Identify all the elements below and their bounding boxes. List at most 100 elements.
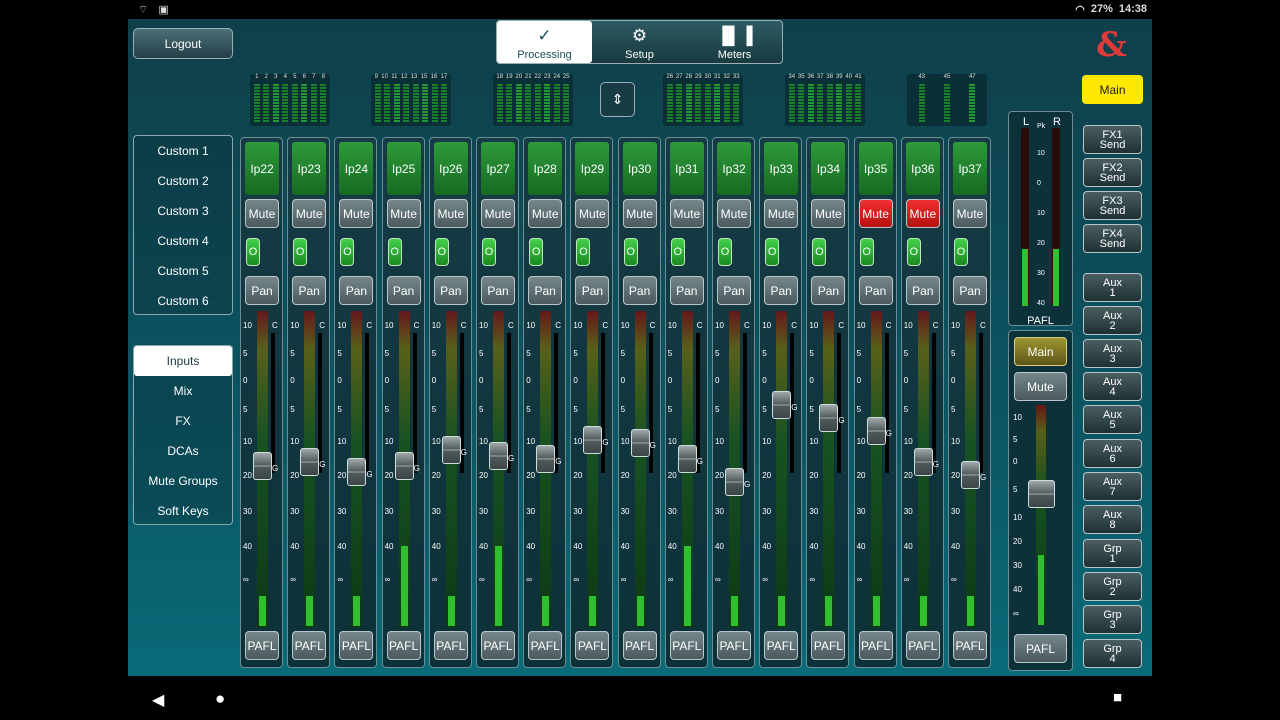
- scroll-banks-button[interactable]: ⇕: [600, 82, 635, 117]
- pafl-button[interactable]: PAFL: [953, 631, 987, 660]
- mix-select-aux-6[interactable]: Aux 6: [1083, 439, 1142, 468]
- mute-button[interactable]: Mute: [622, 199, 657, 228]
- channel-on-switch[interactable]: O: [812, 238, 827, 266]
- recents-icon[interactable]: ■: [1113, 689, 1122, 706]
- mute-button[interactable]: Mute: [905, 199, 940, 228]
- mute-button[interactable]: Mute: [386, 199, 421, 228]
- pafl-button[interactable]: PAFL: [386, 631, 421, 660]
- pafl-button[interactable]: PAFL: [905, 631, 940, 660]
- pan-button[interactable]: Pan: [433, 276, 468, 305]
- mute-button[interactable]: Mute: [764, 199, 799, 228]
- channel-fader[interactable]: [489, 442, 508, 471]
- pafl-button[interactable]: PAFL: [481, 631, 515, 660]
- pan-button[interactable]: Pan: [717, 276, 751, 305]
- channel-name-button[interactable]: Ip27: [481, 142, 515, 195]
- pan-button[interactable]: Pan: [622, 276, 657, 305]
- channel-name-button[interactable]: Ip24: [339, 142, 374, 195]
- channel-name-button[interactable]: Ip29: [575, 142, 610, 195]
- master-main-button[interactable]: Main: [1014, 337, 1067, 366]
- tab-processing[interactable]: ✓ Processing: [497, 21, 592, 63]
- channel-fader[interactable]: [441, 435, 461, 464]
- pafl-button[interactable]: PAFL: [292, 631, 327, 660]
- channel-on-switch[interactable]: O: [718, 238, 732, 266]
- mute-button[interactable]: Mute: [433, 199, 468, 228]
- mute-button[interactable]: Mute: [339, 199, 374, 228]
- nav-item-soft-keys[interactable]: Soft Keys: [134, 496, 232, 526]
- channel-on-switch[interactable]: O: [576, 238, 591, 266]
- channel-on-switch[interactable]: O: [293, 238, 308, 266]
- channel-fader[interactable]: [866, 416, 886, 445]
- channel-fader[interactable]: [630, 429, 650, 458]
- mix-select-fx4-send[interactable]: FX4 Send: [1083, 224, 1142, 253]
- channel-fader[interactable]: [772, 391, 792, 420]
- tab-setup[interactable]: ⚙ Setup: [592, 21, 687, 63]
- mix-select-grp-4[interactable]: Grp 4: [1083, 639, 1142, 668]
- pafl-button[interactable]: PAFL: [575, 631, 610, 660]
- channel-name-button[interactable]: Ip36: [905, 142, 940, 195]
- channel-name-button[interactable]: Ip30: [622, 142, 657, 195]
- logout-button[interactable]: Logout: [133, 28, 233, 59]
- pan-button[interactable]: Pan: [386, 276, 421, 305]
- mute-button[interactable]: Mute: [669, 199, 704, 228]
- pan-button[interactable]: Pan: [811, 276, 846, 305]
- mix-select-fx1-send[interactable]: FX1 Send: [1083, 125, 1142, 154]
- channel-on-switch[interactable]: O: [906, 238, 921, 266]
- nav-item-mute-groups[interactable]: Mute Groups: [134, 466, 232, 496]
- custom-layer-5[interactable]: Custom 5: [134, 256, 232, 286]
- pan-button[interactable]: Pan: [292, 276, 327, 305]
- channel-name-button[interactable]: Ip37: [953, 142, 987, 195]
- mix-select-grp-1[interactable]: Grp 1: [1083, 539, 1142, 568]
- pafl-button[interactable]: PAFL: [764, 631, 799, 660]
- channel-name-button[interactable]: Ip22: [245, 142, 279, 195]
- channel-fader[interactable]: [725, 467, 744, 496]
- pan-button[interactable]: Pan: [764, 276, 799, 305]
- mix-select-aux-3[interactable]: Aux 3: [1083, 339, 1142, 368]
- pan-button[interactable]: Pan: [481, 276, 515, 305]
- mix-select-fx3-send[interactable]: FX3 Send: [1083, 191, 1142, 220]
- mute-button[interactable]: Mute: [953, 199, 987, 228]
- channel-name-button[interactable]: Ip33: [764, 142, 799, 195]
- channel-fader[interactable]: [677, 445, 697, 474]
- pan-button[interactable]: Pan: [575, 276, 610, 305]
- mute-button[interactable]: Mute: [717, 199, 751, 228]
- channel-name-button[interactable]: Ip34: [811, 142, 846, 195]
- master-pafl-button[interactable]: PAFL: [1014, 634, 1067, 663]
- channel-on-switch[interactable]: O: [482, 238, 496, 266]
- pan-button[interactable]: Pan: [669, 276, 704, 305]
- pan-button[interactable]: Pan: [858, 276, 893, 305]
- channel-on-switch[interactable]: O: [246, 238, 260, 266]
- mute-button[interactable]: Mute: [575, 199, 610, 228]
- pafl-button[interactable]: PAFL: [528, 631, 563, 660]
- channel-name-button[interactable]: Ip28: [528, 142, 563, 195]
- channel-fader[interactable]: [253, 451, 272, 480]
- mix-select-aux-1[interactable]: Aux 1: [1083, 273, 1142, 302]
- tab-meters[interactable]: ▐▌▐ Meters: [687, 21, 782, 63]
- nav-item-fx[interactable]: FX: [134, 406, 232, 436]
- mix-select-aux-8[interactable]: Aux 8: [1083, 505, 1142, 534]
- mute-button[interactable]: Mute: [292, 199, 327, 228]
- mix-select-aux-2[interactable]: Aux 2: [1083, 306, 1142, 335]
- channel-name-button[interactable]: Ip35: [858, 142, 893, 195]
- channel-fader[interactable]: [300, 448, 320, 477]
- mix-select-aux-4[interactable]: Aux 4: [1083, 372, 1142, 401]
- mix-select-grp-3[interactable]: Grp 3: [1083, 605, 1142, 634]
- pan-button[interactable]: Pan: [528, 276, 563, 305]
- pan-button[interactable]: Pan: [953, 276, 987, 305]
- channel-on-switch[interactable]: O: [340, 238, 355, 266]
- channel-on-switch[interactable]: O: [529, 238, 544, 266]
- channel-fader[interactable]: [394, 451, 414, 480]
- channel-fader[interactable]: [536, 445, 556, 474]
- custom-layer-4[interactable]: Custom 4: [134, 226, 232, 256]
- pafl-button[interactable]: PAFL: [339, 631, 374, 660]
- channel-name-button[interactable]: Ip23: [292, 142, 327, 195]
- channel-fader[interactable]: [913, 448, 933, 477]
- channel-on-switch[interactable]: O: [623, 238, 638, 266]
- channel-name-button[interactable]: Ip32: [717, 142, 751, 195]
- master-fader[interactable]: [1028, 480, 1055, 508]
- custom-layer-1[interactable]: Custom 1: [134, 136, 232, 166]
- mute-button[interactable]: Mute: [858, 199, 893, 228]
- custom-layer-3[interactable]: Custom 3: [134, 196, 232, 226]
- channel-on-switch[interactable]: O: [954, 238, 968, 266]
- custom-layer-2[interactable]: Custom 2: [134, 166, 232, 196]
- pafl-button[interactable]: PAFL: [717, 631, 751, 660]
